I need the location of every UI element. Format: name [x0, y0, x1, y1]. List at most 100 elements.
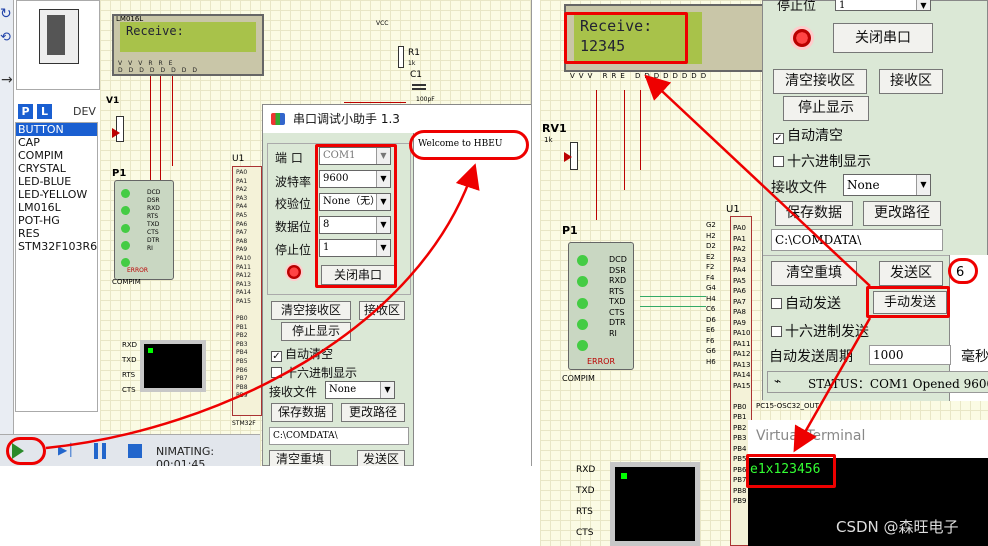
p1-label: P1	[112, 168, 127, 179]
db9-pin-label: CTS	[147, 229, 159, 236]
path-field-right[interactable]: C:\COMDATA\	[771, 229, 943, 251]
list-item[interactable]: COMPIM	[16, 149, 97, 162]
plug-icon: ⌁	[774, 374, 782, 388]
receive-text-area[interactable]: Welcome to HBEU	[413, 133, 531, 466]
virtual-terminal-small[interactable]	[140, 340, 206, 392]
stop-display-button[interactable]: 停止显示	[281, 322, 351, 341]
lcd-pins-right: VVV RRE DDDDDDDD	[570, 72, 711, 80]
vt-output-highlight	[746, 454, 836, 488]
list-item[interactable]: CAP	[16, 136, 97, 149]
clear-resend-button[interactable]: 清空重填	[269, 450, 331, 466]
list-item[interactable]: LED-BLUE	[16, 175, 97, 188]
change-path-button[interactable]: 更改路径	[341, 403, 405, 422]
r1-label: R1	[408, 48, 420, 58]
list-item[interactable]: STM32F103R6	[16, 240, 97, 253]
list-item[interactable]: CRYSTAL	[16, 162, 97, 175]
vt-pin-label: TXD	[576, 486, 595, 496]
chip-left-pins: G2 H2 D2 E2 F2 F4 G4 H4 C6 D6 E6 F6 G6 H6	[706, 221, 716, 366]
save-data-button-right[interactable]: 保存数据	[775, 201, 853, 226]
send-area-button-right[interactable]: 发送区	[879, 261, 943, 286]
list-item[interactable]: POT-HG	[16, 214, 97, 227]
change-path-button-right[interactable]: 更改路径	[863, 201, 941, 226]
stopbits-select-right[interactable]: 1 ▼	[835, 0, 931, 11]
error-label: ERROR	[127, 267, 149, 274]
stopbits-label-right: 停止位	[777, 0, 817, 14]
receive-area-button[interactable]: 接收区	[359, 301, 405, 320]
path-field[interactable]: C:\COMDATA\	[269, 427, 409, 445]
port-status-led-right	[793, 29, 811, 47]
overview-pane[interactable]	[16, 0, 100, 90]
vt-pin-label: RTS	[576, 507, 593, 517]
serial-dialog-right[interactable]: 停止位 1 ▼ 关闭串口 清空接收区 接收区 停止显示 ✓ 自动清空 十六进制显示 …	[762, 0, 988, 401]
list-item[interactable]: BUTTON	[16, 123, 97, 136]
vt-pins: RXD TXD RTS CTS	[104, 338, 144, 398]
send-area-button[interactable]: 发送区	[357, 450, 405, 466]
clear-receive-button[interactable]: 清空接收区	[271, 301, 351, 320]
stop-display-button-right[interactable]: 停止显示	[783, 96, 869, 121]
list-item[interactable]: LED-YELLOW	[16, 188, 97, 201]
status-line: ⌁ STATUS：COM1 Opened 9600	[767, 371, 988, 393]
baud-label: 波特率	[275, 175, 312, 189]
receive-file-select[interactable]: None ▼	[325, 381, 395, 399]
pot-v1-label: V1	[106, 96, 120, 106]
tool-strip: ↻ ⟲ →	[0, 0, 14, 466]
vt-pin-label: CTS	[576, 528, 594, 538]
clear-resend-button-right[interactable]: 清空重填	[771, 261, 857, 286]
vcc-label: VCC	[376, 20, 389, 27]
ms-label: 毫秒	[961, 349, 988, 365]
port-status-led	[287, 265, 301, 279]
databits-label: 数据位	[275, 220, 312, 234]
receive-file-label: 接收文件	[269, 385, 318, 399]
db9-pin-label: RI	[609, 328, 617, 338]
close-port-button-right[interactable]: 关闭串口	[833, 23, 933, 53]
lcd-screen: Receive:	[120, 22, 256, 52]
error-label-right: ERROR	[587, 357, 616, 366]
hex-send-checkbox[interactable]: 十六进制发送	[771, 321, 869, 341]
vt-title: Virtual Terminal	[756, 428, 866, 444]
receive-area-button-right[interactable]: 接收区	[879, 69, 943, 94]
auto-clear-checkbox[interactable]: ✓ 自动清空	[271, 345, 333, 362]
vt-pin-label: RXD	[576, 465, 596, 475]
db9-connector[interactable]: DCD DSR RXD RTS TXD CTS DTR RI ERROR	[114, 180, 174, 280]
auto-period-input[interactable]: 1000	[869, 345, 951, 365]
step-button[interactable]: ▶│	[58, 443, 74, 459]
stop-button[interactable]	[128, 444, 142, 458]
resistor-r1	[398, 46, 404, 68]
u1-label-right: U1	[726, 204, 740, 215]
pause-button[interactable]	[94, 443, 106, 459]
vt-pin-label: TXD	[122, 356, 137, 364]
vt-pin-label: CTS	[122, 386, 136, 394]
db9-pin-label: RTS	[609, 286, 624, 296]
right-screenshot: Receive: 12345 VVV RRE DDDDDDDD RV1 1k P…	[540, 0, 988, 546]
lcd-pins: VVVRRE DDDDDDDD	[118, 60, 203, 74]
receive-file-select-right[interactable]: None ▼	[843, 174, 931, 196]
component-list[interactable]: BUTTON CAP COMPIM CRYSTAL LED-BLUE LED-Y…	[15, 122, 98, 412]
db9-pin-label: DTR	[147, 237, 160, 244]
clear-receive-button-right[interactable]: 清空接收区	[773, 69, 867, 94]
virtual-terminal-component[interactable]	[610, 462, 700, 546]
dialog-title: 串口调试小助手 1.3	[293, 112, 400, 126]
sim-status-text: NIMATING: 00:01:45	[156, 445, 215, 466]
db9-pin-label: DCD	[147, 189, 161, 196]
library-button[interactable]: L	[37, 104, 52, 119]
db9-pin-label: TXD	[147, 221, 160, 228]
c1-label: C1	[410, 70, 423, 80]
app-icon	[271, 113, 285, 125]
vt-pins-right: RXD TXD RTS CTS	[576, 460, 595, 544]
parity-label: 校验位	[275, 197, 312, 211]
r1-value: 1k	[408, 60, 416, 67]
save-data-button[interactable]: 保存数据	[271, 403, 333, 422]
db9-pin-label: DSR	[147, 197, 160, 204]
list-item[interactable]: RES	[16, 227, 97, 240]
auto-clear-checkbox-right[interactable]: ✓ 自动清空	[773, 125, 843, 145]
auto-send-checkbox[interactable]: 自动发送	[771, 293, 841, 313]
hex-display-checkbox[interactable]: 十六进制显示	[271, 364, 357, 381]
watermark: CSDN @森旺电子	[836, 518, 959, 536]
list-item[interactable]: LM016L	[16, 201, 97, 214]
db9-pin-label: RI	[147, 245, 153, 252]
mcu-chip[interactable]: PA0 PA1 PA2 PA3 PA4 PA5 PA6 PA7 PA8 PA9 PA10 PA11 PA…	[232, 166, 262, 416]
lcd-highlight	[564, 12, 688, 64]
hex-display-checkbox-right[interactable]: 十六进制显示	[773, 151, 871, 171]
pick-devices-button[interactable]: P	[18, 104, 33, 119]
db9-connector-right[interactable]: DCD DSR RXD RTS TXD CTS DTR RI ERROR	[568, 242, 634, 370]
